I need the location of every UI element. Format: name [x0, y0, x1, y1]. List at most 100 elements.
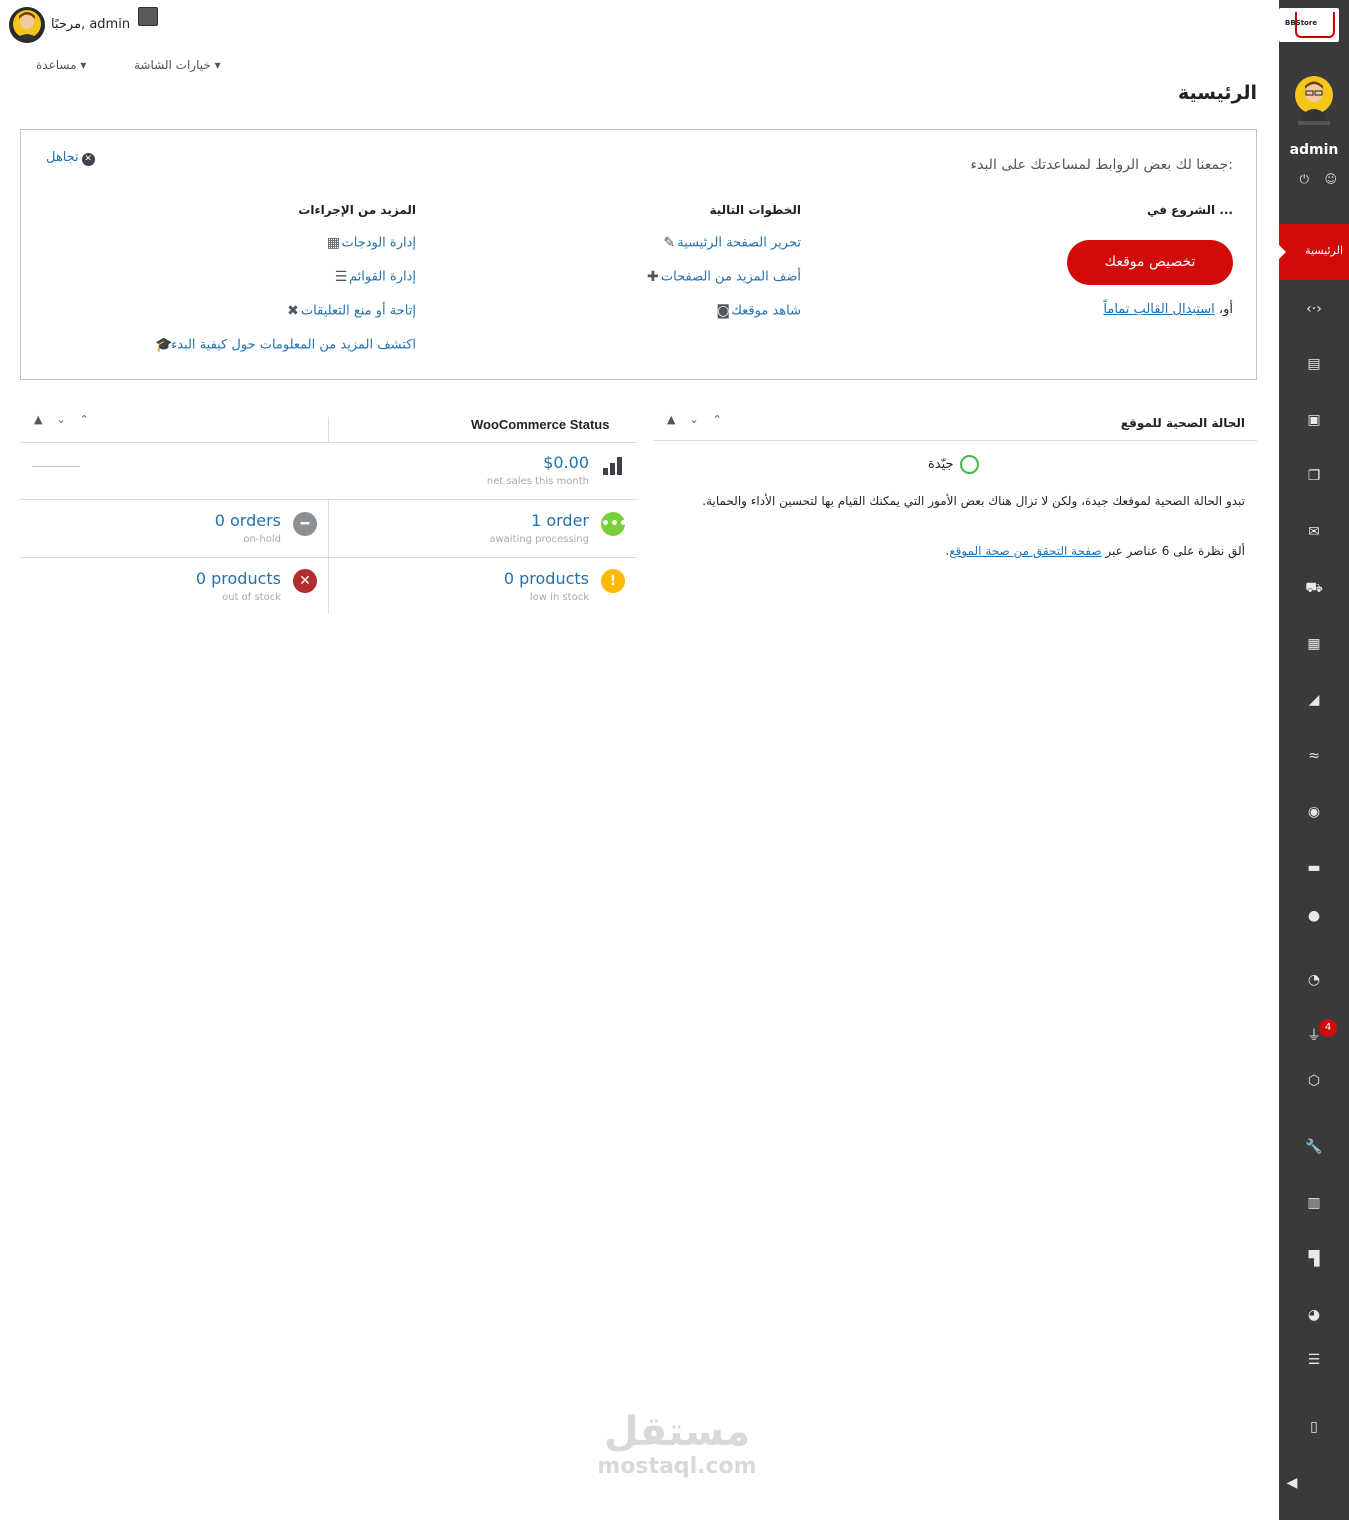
- action-label: شاهد موقعك: [731, 303, 801, 319]
- settings-icon[interactable]: ☰: [1305, 1351, 1323, 1369]
- on-hold-icon: ━: [293, 512, 317, 536]
- welcome-panel: تجاهل ✕ جمعنا لك بعض الروابط لمساعدتك على…: [20, 129, 1257, 380]
- action-label: إدارة الودجات: [341, 235, 416, 251]
- elementor-icon[interactable]: ◉: [1305, 803, 1323, 821]
- customizer-icon[interactable]: ▜: [1305, 1250, 1323, 1268]
- change-theme-link[interactable]: استبدال القالب تماماً: [1103, 302, 1214, 317]
- analytics-icon[interactable]: ◢: [1305, 691, 1323, 709]
- low-stock-value[interactable]: 0 products: [504, 569, 589, 588]
- awaiting-processing-label: awaiting processing: [489, 534, 589, 545]
- toolbar-greeting[interactable]: مرحبًا, admin: [51, 17, 130, 32]
- sparkline-placeholder: [32, 466, 80, 467]
- store-icon[interactable]: ▦: [1305, 635, 1323, 653]
- divider: [328, 499, 329, 614]
- site-logo[interactable]: BBStore: [1279, 8, 1339, 42]
- edit-front-page-link[interactable]: ✎ تحرير الصفحة الرئيسية: [651, 235, 801, 251]
- comments-off-icon: ✖: [287, 303, 299, 319]
- view-site-link[interactable]: ◙شاهد موقعك: [705, 303, 801, 319]
- on-hold-label: on-hold: [243, 534, 281, 545]
- menus-icon: ☰: [334, 269, 348, 285]
- toolbar-square-icon[interactable]: [138, 7, 158, 26]
- learn-icon: 🎓: [155, 337, 173, 353]
- logout-icon[interactable]: ⏻: [1300, 172, 1310, 187]
- close-icon: ✕: [81, 153, 95, 166]
- low-stock-label: low in stock: [529, 592, 589, 603]
- forms-icon[interactable]: ▥: [1305, 1194, 1323, 1212]
- status-ring-icon: [959, 455, 979, 474]
- welcome-subtitle: جمعنا لك بعض الروابط لمساعدتك على البدء:: [970, 157, 1233, 173]
- action-label: أضف المزيد من الصفحات: [660, 269, 801, 285]
- pages-icon[interactable]: ❐: [1305, 467, 1323, 485]
- code-icon[interactable]: ‹·›: [1305, 300, 1323, 318]
- clipboard-icon[interactable]: ▯: [1305, 1418, 1323, 1436]
- alt-theme-prefix: أو،: [1218, 302, 1233, 317]
- learn-more-link[interactable]: 🎓اكتشف المزيد من المعلومات حول كيفية الب…: [145, 337, 416, 353]
- add-pages-link[interactable]: ✚ أضف المزيد من الصفحات: [635, 269, 801, 285]
- action-label: إدارة القوائم: [349, 269, 416, 285]
- next-steps-heading: الخطوات التالية: [709, 203, 801, 217]
- processing-icon: •••: [601, 512, 628, 536]
- sidebar-username: admin: [1289, 142, 1339, 158]
- divider: [328, 417, 329, 442]
- get-started-heading: الشروع في ...: [1147, 203, 1233, 217]
- net-sales-value[interactable]: $0.00: [543, 453, 589, 472]
- watermark-latin: mostaql.com: [597, 1454, 757, 1479]
- watermark: مستقل mostaql.com: [592, 1410, 762, 1479]
- widgets-icon: ▦: [326, 235, 341, 251]
- performance-icon[interactable]: ◕: [1305, 1306, 1323, 1324]
- manage-widgets-link[interactable]: ▦إدارة الودجات: [315, 235, 416, 251]
- logo-text: BBStore: [1285, 19, 1318, 27]
- woocommerce-icon[interactable]: ⛟: [1305, 579, 1323, 597]
- action-label: تحرير الصفحة الرئيسية: [677, 235, 801, 251]
- marketing-icon[interactable]: ≈: [1305, 747, 1323, 765]
- woocommerce-controls[interactable]: ▲⌄⌃: [34, 413, 103, 426]
- summary-prefix: ألق نظرة على 6 عناصر عبر: [1105, 544, 1245, 558]
- appearance-icon[interactable]: ◔: [1305, 971, 1323, 989]
- sidebar-item-dashboard[interactable]: الرئيسية: [1278, 224, 1349, 280]
- posts-icon[interactable]: ▤: [1305, 355, 1323, 373]
- plugins-update-badge: 4: [1319, 1019, 1337, 1037]
- dismiss-button[interactable]: تجاهل ✕: [46, 150, 95, 166]
- page-title: الرئيسية: [1178, 82, 1257, 104]
- comments-icon[interactable]: ✉: [1305, 523, 1323, 541]
- watermark-arabic: مستقل: [603, 1409, 751, 1455]
- edit-icon: ✎: [663, 235, 676, 251]
- site-health-title: الحالة الصحية للموقع: [1120, 416, 1245, 430]
- error-icon: ✕: [293, 569, 317, 593]
- profile-icon[interactable]: ☺: [1324, 172, 1337, 186]
- net-sales-label: net sales this month: [486, 476, 589, 487]
- view-icon: ◙: [716, 303, 730, 319]
- out-of-stock-value[interactable]: 0 products: [196, 569, 281, 588]
- site-health-summary: ألق نظرة على 6 عناصر عبر صفحة التحقق من …: [660, 544, 1245, 558]
- more-actions-heading: المزيد من الإجراءات: [298, 203, 416, 217]
- on-hold-value[interactable]: 0 orders: [215, 511, 281, 530]
- customize-site-button[interactable]: تخصيص موقعك: [1067, 240, 1233, 285]
- tools-icon[interactable]: 🔧: [1305, 1138, 1323, 1156]
- awaiting-processing-value[interactable]: 1 order: [531, 511, 589, 530]
- essential-addons-icon[interactable]: ●: [1305, 907, 1323, 925]
- collapse-menu-icon[interactable]: ◀: [1283, 1474, 1301, 1492]
- action-label: اكتشف المزيد من المعلومات حول كيفية البد…: [171, 337, 416, 353]
- warning-icon: !: [601, 569, 625, 593]
- site-health-link[interactable]: صفحة التحقق من صحة الموقع: [949, 544, 1101, 558]
- templates-icon[interactable]: ▬: [1305, 859, 1323, 877]
- alt-theme-text: أو، استبدال القالب تماماً: [1103, 302, 1233, 317]
- divider: [20, 442, 637, 443]
- plus-icon: ✚: [647, 269, 659, 285]
- out-of-stock-label: out of stock: [222, 592, 281, 603]
- users-icon[interactable]: ⬡: [1305, 1072, 1323, 1090]
- status-label: جيّدة: [928, 457, 954, 472]
- screen-options-tab[interactable]: خيارات الشاشة ▾: [134, 58, 221, 72]
- site-health-description: تبدو الحالة الصحية لموقعك جيدة، ولكن لا …: [702, 494, 1245, 508]
- bar-chart-icon: [603, 457, 622, 475]
- manage-menus-link[interactable]: ☰ إدارة القوائم: [323, 269, 416, 285]
- user-avatar[interactable]: [1294, 75, 1334, 127]
- site-health-status: جيّدة: [928, 455, 979, 474]
- admin-sidebar: BBStore admin ⏻ ☺ الرئيسية ‹·› ▤ ▣ ❐ ✉ ⛟…: [1278, 0, 1349, 1520]
- help-tab[interactable]: مساعدة ▾: [36, 58, 86, 72]
- site-health-controls[interactable]: ▲⌄⌃: [667, 413, 736, 426]
- woocommerce-status-title: WooCommerce Status: [471, 417, 610, 432]
- toggle-comments-link[interactable]: ✖ إتاحة أو منع التعليقات: [275, 303, 416, 319]
- media-icon[interactable]: ▣: [1305, 411, 1323, 429]
- toolbar-avatar-icon[interactable]: [9, 7, 45, 43]
